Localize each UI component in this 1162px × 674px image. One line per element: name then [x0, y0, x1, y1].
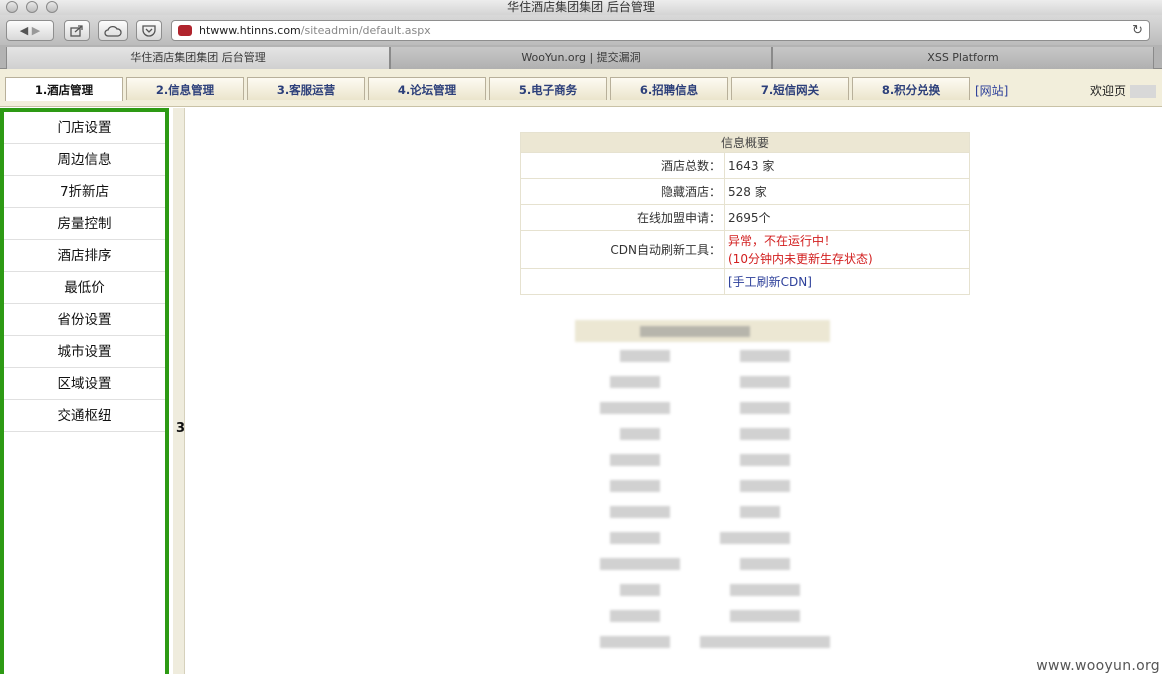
- sidebar-item-new-store-discount[interactable]: 7折新店: [4, 176, 165, 208]
- sidebar-item-nearby-info[interactable]: 周边信息: [4, 144, 165, 176]
- sidebar-item-store-settings[interactable]: 门店设置: [4, 112, 165, 144]
- cdn-status-detail: (10分钟内未更新生存状态): [728, 251, 873, 266]
- redacted-cell: [740, 402, 790, 414]
- table-row: [手工刷新CDN]: [520, 268, 970, 295]
- back-forward-buttons[interactable]: ◀ ▶: [6, 20, 54, 41]
- redacted-cell: [610, 454, 660, 466]
- sidebar-item-transport-hub[interactable]: 交通枢纽: [4, 400, 165, 432]
- redacted-cell: [610, 610, 660, 622]
- redacted-cell: [600, 558, 680, 570]
- redacted-cell: [740, 350, 790, 362]
- welcome-text: 欢迎页: [1090, 82, 1156, 99]
- address-bar[interactable]: htwww.htinns.com/siteadmin/default.aspx …: [171, 20, 1150, 41]
- sidebar-item-hotel-sorting[interactable]: 酒店排序: [4, 240, 165, 272]
- table-row: 隐藏酒店： 528 家: [520, 178, 970, 205]
- sidebar-item-city-settings[interactable]: 城市设置: [4, 336, 165, 368]
- url-text[interactable]: htwww.htinns.com/siteadmin/default.aspx: [199, 21, 431, 40]
- tab-ecommerce[interactable]: 5.电子商务: [489, 77, 607, 100]
- browser-tab-admin[interactable]: 华住酒店集团集团 后台管理: [6, 47, 390, 69]
- browser-toolbar: ◀ ▶ htwww.htinns.com/siteadmin/default.a…: [0, 15, 1162, 45]
- redacted-cell: [610, 480, 660, 492]
- redacted-cell: [740, 454, 790, 466]
- cdn-tool-label: CDN自动刷新工具：: [520, 230, 725, 269]
- tab-recruitment[interactable]: 6.招聘信息: [610, 77, 728, 100]
- sidebar-menu: 门店设置 周边信息 7折新店 房量控制 酒店排序 最低价 省份设置 城市设置 区…: [0, 108, 169, 674]
- sidebar-item-lowest-price[interactable]: 最低价: [4, 272, 165, 304]
- window-title: 华住酒店集团集团 后台管理: [507, 0, 655, 14]
- hotel-total-label: 酒店总数：: [520, 152, 725, 179]
- share-icon: [70, 25, 83, 37]
- redacted-cell: [730, 610, 800, 622]
- hidden-hotels-label: 隐藏酒店：: [520, 178, 725, 205]
- redacted-cell: [610, 376, 660, 388]
- site-link[interactable]: [网站]: [975, 82, 1008, 99]
- tab-customer-service[interactable]: 3.客服运营: [247, 77, 365, 100]
- redacted-table-header: [575, 320, 830, 342]
- table-row: CDN自动刷新工具： 异常，不在运行中！ (10分钟内未更新生存状态): [520, 230, 970, 269]
- site-favicon-icon: [178, 25, 192, 36]
- sidebar-item-province-settings[interactable]: 省份设置: [4, 304, 165, 336]
- franchise-applications-label: 在线加盟申请：: [520, 204, 725, 231]
- redacted-cell: [620, 428, 660, 440]
- redacted-cell: [730, 584, 800, 596]
- close-window-icon[interactable]: [6, 1, 18, 13]
- reload-icon[interactable]: ↻: [1132, 21, 1143, 40]
- redacted-cell: [740, 376, 790, 388]
- sidebar-toggle[interactable]: 3: [176, 421, 185, 436]
- redacted-cell: [600, 636, 670, 648]
- table-row: 酒店总数： 1643 家: [520, 152, 970, 179]
- back-icon[interactable]: ◀: [20, 24, 28, 37]
- tab-sms-gateway[interactable]: 7.短信网关: [731, 77, 849, 100]
- franchise-applications-value: 2695个: [724, 204, 970, 231]
- redacted-cell: [740, 558, 790, 570]
- cloud-icon: [104, 25, 122, 37]
- redacted-table: [575, 318, 830, 660]
- hotel-total-value: 1643 家: [724, 152, 970, 179]
- pocket-icon: [142, 25, 156, 37]
- info-summary-table: 信息概要 酒店总数： 1643 家 隐藏酒店： 528 家 在线加盟申请： 26…: [520, 132, 970, 295]
- table-row: 在线加盟申请： 2695个: [520, 204, 970, 231]
- browser-tab-xss[interactable]: XSS Platform: [772, 47, 1154, 69]
- redacted-cell: [620, 350, 670, 362]
- sidebar-item-room-control[interactable]: 房量控制: [4, 208, 165, 240]
- redacted-cell: [740, 506, 780, 518]
- tab-hotel-management[interactable]: 1.酒店管理: [5, 77, 123, 101]
- hidden-hotels-value: 528 家: [724, 178, 970, 205]
- watermark: www.wooyun.org: [1036, 658, 1160, 674]
- redacted-cell: [600, 402, 670, 414]
- tab-forum-management[interactable]: 4.论坛管理: [368, 77, 486, 100]
- admin-nav-bar: 1.酒店管理 2.信息管理 3.客服运营 4.论坛管理 5.电子商务 6.招聘信…: [0, 69, 1162, 107]
- sidebar-item-district-settings[interactable]: 区域设置: [4, 368, 165, 400]
- cdn-status-line: 异常，不在运行中！: [728, 233, 837, 248]
- browser-tab-wooyun[interactable]: WooYun.org | 提交漏洞: [390, 47, 772, 69]
- minimize-window-icon[interactable]: [26, 1, 38, 13]
- share-button[interactable]: [64, 20, 90, 41]
- zoom-window-icon[interactable]: [46, 1, 58, 13]
- redacted-cell: [740, 428, 790, 440]
- redacted-cell: [620, 584, 660, 596]
- pocket-button[interactable]: [136, 20, 162, 41]
- redacted-cell: [720, 532, 790, 544]
- redacted-cell: [610, 506, 670, 518]
- redacted-username: [1129, 85, 1156, 98]
- redacted-cell: [610, 532, 660, 544]
- cdn-status: 异常，不在运行中！ (10分钟内未更新生存状态): [724, 230, 970, 269]
- summary-title: 信息概要: [520, 132, 970, 153]
- sidebar-splitter[interactable]: [173, 108, 185, 674]
- forward-icon[interactable]: ▶: [32, 24, 40, 37]
- browser-tab-bar: 华住酒店集团集团 后台管理 WooYun.org | 提交漏洞 XSS Plat…: [0, 45, 1162, 69]
- tab-points-exchange[interactable]: 8.积分兑换: [852, 77, 970, 100]
- window-title-bar: 华住酒店集团集团 后台管理: [0, 0, 1162, 15]
- redacted-cell: [700, 636, 830, 648]
- tab-info-management[interactable]: 2.信息管理: [126, 77, 244, 100]
- manual-cdn-refresh-link[interactable]: [手工刷新CDN]: [728, 275, 812, 289]
- redacted-cell: [740, 480, 790, 492]
- icloud-tabs-button[interactable]: [98, 20, 128, 41]
